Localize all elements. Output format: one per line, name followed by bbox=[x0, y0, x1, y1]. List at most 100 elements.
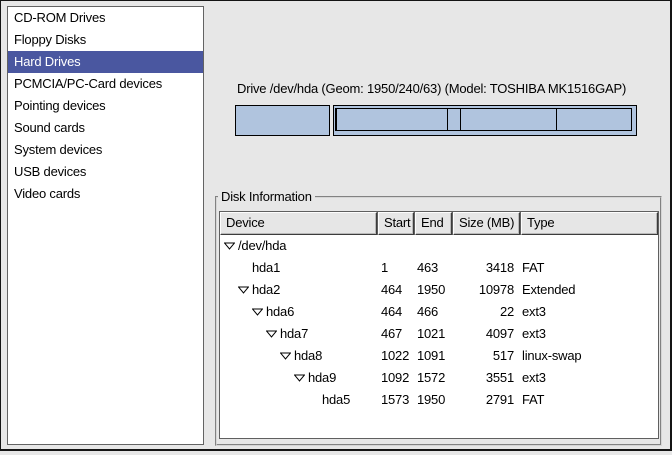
type-cell: FAT bbox=[517, 389, 658, 411]
table-row-hda8[interactable]: hda8 10221091517linux-swap bbox=[220, 345, 658, 367]
table-row-hda9[interactable]: hda9 109215723551ext3 bbox=[220, 367, 658, 389]
sidebar-item-sound-cards[interactable]: Sound cards bbox=[8, 117, 203, 139]
device-cell: hda7 bbox=[220, 323, 377, 345]
expander-icon[interactable] bbox=[224, 242, 238, 250]
sidebar-item-cd-rom-drives[interactable]: CD-ROM Drives bbox=[8, 7, 203, 29]
device-cell: hda9 bbox=[220, 367, 377, 389]
column-header-device[interactable]: Device bbox=[220, 212, 377, 235]
device-cell: /dev/hda bbox=[220, 235, 377, 257]
size-cell: 517 bbox=[450, 345, 517, 367]
type-cell: linux-swap bbox=[517, 345, 658, 367]
expander-icon[interactable] bbox=[266, 330, 280, 338]
start-cell bbox=[377, 235, 413, 257]
column-header-type[interactable]: Type bbox=[521, 212, 658, 235]
partition-segment-hda5 bbox=[556, 108, 632, 131]
partition-segment-hda1 bbox=[235, 105, 330, 136]
logical-partitions bbox=[335, 108, 635, 131]
window-border-bottom bbox=[0, 449, 672, 451]
table-body: /dev/hdahda114633418FAThda2464195010978E… bbox=[220, 235, 658, 411]
table-row-hda2[interactable]: hda2 464195010978Extended bbox=[220, 279, 658, 301]
disk-information-groupbox: Disk Information DeviceStartEndSize (MB)… bbox=[215, 196, 662, 446]
start-cell: 1092 bbox=[377, 367, 413, 389]
device-name: hda8 bbox=[294, 345, 322, 367]
triangle-down-icon bbox=[252, 308, 263, 316]
size-cell bbox=[450, 235, 517, 257]
size-cell: 3418 bbox=[450, 257, 517, 279]
size-cell: 10978 bbox=[450, 279, 517, 301]
end-cell: 1021 bbox=[413, 323, 450, 345]
column-header-size-mb-[interactable]: Size (MB) bbox=[453, 212, 520, 235]
type-cell: ext3 bbox=[517, 367, 658, 389]
start-cell: 464 bbox=[377, 301, 413, 323]
partition-segment-hda8 bbox=[447, 108, 461, 131]
device-name: hda9 bbox=[308, 367, 336, 389]
size-cell: 3551 bbox=[450, 367, 517, 389]
partition-segment-hda9 bbox=[460, 108, 557, 131]
expander-icon[interactable] bbox=[252, 308, 266, 316]
column-header-end[interactable]: End bbox=[415, 212, 452, 235]
end-cell: 1572 bbox=[413, 367, 450, 389]
device-cell: hda8 bbox=[220, 345, 377, 367]
size-cell: 22 bbox=[450, 301, 517, 323]
device-name: hda2 bbox=[252, 279, 280, 301]
partition-segment-hda7 bbox=[336, 108, 448, 131]
device-name: hda1 bbox=[252, 257, 280, 279]
disk-information-table: DeviceStartEndSize (MB)Type /dev/hdahda1… bbox=[219, 211, 659, 439]
table-row-hda6[interactable]: hda6 46446622ext3 bbox=[220, 301, 658, 323]
device-cell: hda6 bbox=[220, 301, 377, 323]
sidebar-item-hard-drives[interactable]: Hard Drives bbox=[8, 51, 203, 73]
hardware-browser-window: CD-ROM DrivesFloppy DisksHard DrivesPCMC… bbox=[0, 0, 672, 455]
end-cell: 466 bbox=[413, 301, 450, 323]
sidebar-item-system-devices[interactable]: System devices bbox=[8, 139, 203, 161]
triangle-down-icon bbox=[294, 374, 305, 382]
column-header-start[interactable]: Start bbox=[378, 212, 414, 235]
end-cell: 1091 bbox=[413, 345, 450, 367]
type-cell: ext3 bbox=[517, 323, 658, 345]
expander-icon[interactable] bbox=[280, 352, 294, 360]
end-cell bbox=[413, 235, 450, 257]
expander-icon[interactable] bbox=[294, 374, 308, 382]
table-row-hda7[interactable]: hda7 46710214097ext3 bbox=[220, 323, 658, 345]
size-cell: 2791 bbox=[450, 389, 517, 411]
type-cell: Extended bbox=[517, 279, 658, 301]
start-cell: 464 bbox=[377, 279, 413, 301]
sidebar-item-floppy-disks[interactable]: Floppy Disks bbox=[8, 29, 203, 51]
drive-title: Drive /dev/hda (Geom: 1950/240/63) (Mode… bbox=[237, 81, 626, 96]
start-cell: 1 bbox=[377, 257, 413, 279]
type-cell: ext3 bbox=[517, 301, 658, 323]
triangle-down-icon bbox=[266, 330, 277, 338]
start-cell: 1573 bbox=[377, 389, 413, 411]
device-name: hda6 bbox=[266, 301, 294, 323]
end-cell: 463 bbox=[413, 257, 450, 279]
sidebar-item-pointing-devices[interactable]: Pointing devices bbox=[8, 95, 203, 117]
triangle-down-icon bbox=[238, 286, 249, 294]
partition-bar bbox=[235, 105, 637, 136]
window-border-left bbox=[0, 0, 1, 451]
device-name: hda5 bbox=[322, 389, 350, 411]
sidebar-item-usb-devices[interactable]: USB devices bbox=[8, 161, 203, 183]
triangle-down-icon bbox=[280, 352, 291, 360]
table-row--dev-hda[interactable]: /dev/hda bbox=[220, 235, 658, 257]
end-cell: 1950 bbox=[413, 279, 450, 301]
disk-information-label: Disk Information bbox=[218, 189, 315, 204]
end-cell: 1950 bbox=[413, 389, 450, 411]
type-cell bbox=[517, 235, 658, 257]
device-cell: hda1 bbox=[220, 257, 377, 279]
partition-segment-hda2-extended bbox=[333, 105, 637, 136]
type-cell: FAT bbox=[517, 257, 658, 279]
expander-icon[interactable] bbox=[238, 286, 252, 294]
start-cell: 467 bbox=[377, 323, 413, 345]
sidebar-item-pcmcia-pc-card-devices[interactable]: PCMCIA/PC-Card devices bbox=[8, 73, 203, 95]
device-cell: hda2 bbox=[220, 279, 377, 301]
table-row-hda5[interactable]: hda5 157319502791FAT bbox=[220, 389, 658, 411]
device-name: hda7 bbox=[280, 323, 308, 345]
device-category-list: CD-ROM DrivesFloppy DisksHard DrivesPCMC… bbox=[7, 6, 204, 445]
triangle-down-icon bbox=[224, 242, 235, 250]
table-row-hda1[interactable]: hda1 14633418FAT bbox=[220, 257, 658, 279]
device-cell: hda5 bbox=[220, 389, 377, 411]
size-cell: 4097 bbox=[450, 323, 517, 345]
window-border-top bbox=[0, 0, 672, 1]
sidebar-item-video-cards[interactable]: Video cards bbox=[8, 183, 203, 205]
start-cell: 1022 bbox=[377, 345, 413, 367]
device-name: /dev/hda bbox=[238, 235, 286, 257]
